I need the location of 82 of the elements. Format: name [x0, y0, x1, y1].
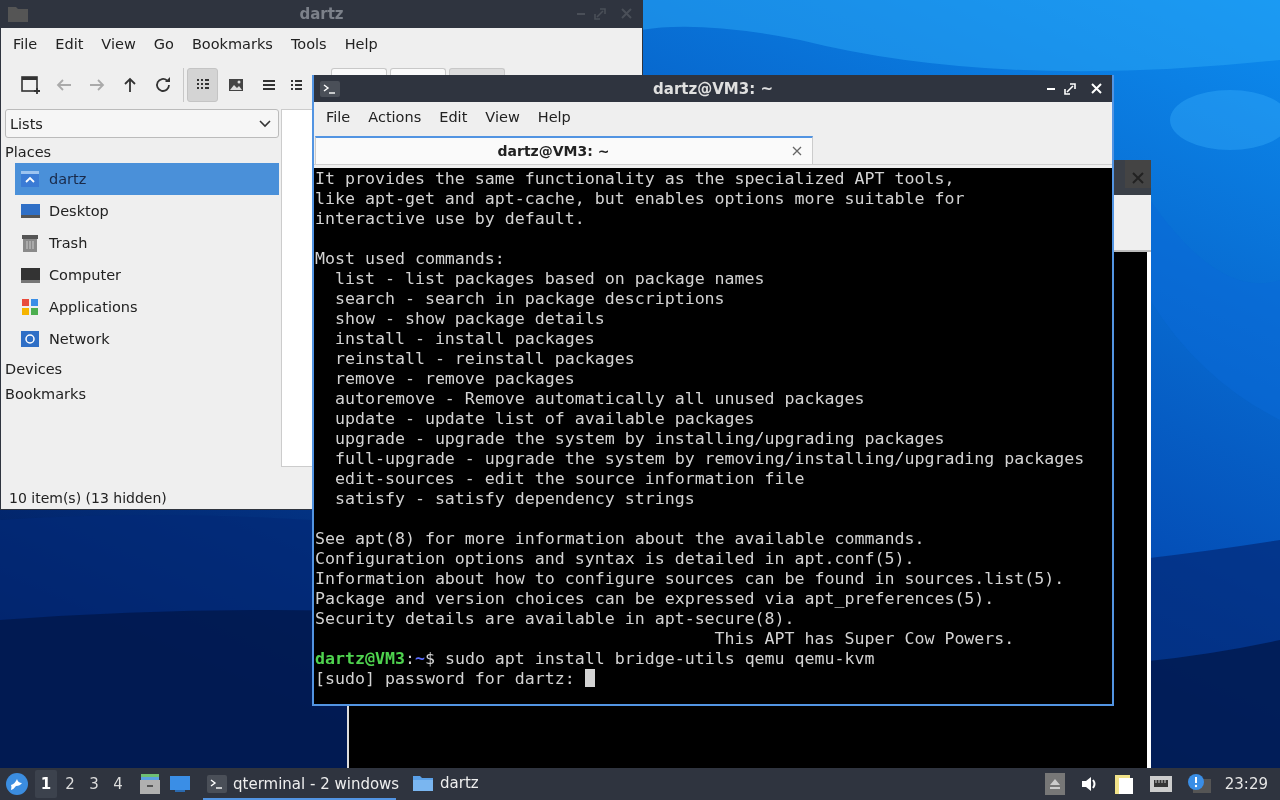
prompt-separator: : — [404, 649, 415, 668]
terminal-line: Package and version choices can be expressed via apt_preferences(5). — [315, 589, 995, 609]
sidebar-item[interactable]: dartz — [15, 163, 279, 195]
new-window-icon — [18, 73, 43, 97]
terminal-line: update - update list of available packages — [333, 409, 755, 429]
terminal-line: list - list packages based on package names — [333, 269, 765, 289]
terminal-line: Configuration options and syntax is detailed in apt.conf(5). — [315, 549, 915, 569]
network-icon — [20, 329, 41, 349]
terminal-line: like apt-get and apt-cache, but enables options more suitable for — [315, 189, 965, 209]
desktop-icon — [20, 201, 41, 221]
menu-item[interactable]: Tools — [281, 36, 336, 52]
chevron-down-icon — [258, 118, 272, 129]
terminal-line: edit-sources - edit the source information file — [333, 469, 805, 489]
sidebar-item[interactable]: Desktop — [15, 195, 279, 227]
terminal-line: satisfy - satisfy dependency strings — [333, 489, 695, 509]
terminal-command: sudo apt install bridge-utils qemu qemu-kvm — [444, 649, 875, 668]
eject-icon[interactable] — [1044, 773, 1065, 795]
terminal-line: remove - remove packages — [333, 369, 575, 389]
terminal-line: show - show package details — [333, 309, 605, 329]
section-heading: Devices — [5, 361, 64, 378]
menu-item[interactable]: Actions — [359, 109, 431, 125]
desktop-switcher-button[interactable]: 3 — [83, 770, 105, 798]
terminal-line: interactive use by default. — [315, 209, 585, 229]
view-mode-button[interactable] — [187, 68, 218, 102]
home-folder-icon — [20, 169, 41, 189]
terminal-line: search - search in package descriptions — [333, 289, 725, 309]
terminal-line: reinstall - reinstall packages — [333, 349, 635, 369]
clipboard-icon[interactable] — [1112, 772, 1135, 796]
section-heading: Bookmarks — [5, 386, 87, 403]
menu-item[interactable]: View — [476, 109, 529, 125]
terminal-icon — [207, 775, 227, 793]
folder-icon — [7, 5, 29, 23]
terminal-line: Security details are available in apt-secure(8). — [315, 609, 795, 629]
apps-icon — [20, 297, 41, 317]
terminal-icon — [320, 80, 340, 97]
terminal-line: full-upgrade - upgrade the system by removing/installing/upgrading packages — [333, 449, 1085, 469]
terminal-line: Most used commands: — [315, 249, 505, 269]
terminal-line: [sudo] password for dartz: — [315, 669, 575, 688]
trash-icon — [20, 233, 41, 253]
clock: 23:29 — [1224, 775, 1268, 793]
taskbar-task-button[interactable]: dartz — [408, 768, 489, 800]
terminal-line: upgrade - upgrade the system by installing/upgrading packages — [333, 429, 945, 449]
terminal-tab[interactable]: dartz@VM3: ~ — [315, 136, 813, 164]
terminal-line: autoremove - Remove automatically all unused packages — [333, 389, 865, 409]
desktop-switcher-button[interactable]: 4 — [107, 770, 129, 798]
sidebar-mode-dropdown[interactable]: Lists — [5, 109, 279, 138]
monitor-icon — [20, 265, 41, 285]
menu-item[interactable]: File — [4, 36, 47, 52]
network-port-icon[interactable] — [1148, 774, 1173, 794]
menu-item[interactable]: Go — [144, 36, 183, 52]
sidebar-item[interactable]: Network — [15, 323, 279, 355]
sidebar-item[interactable]: Trash — [15, 227, 279, 259]
section-heading: Places — [5, 144, 53, 161]
desktop-icon[interactable] — [169, 774, 191, 794]
terminal-line: This APT has Super Cow Powers. — [713, 629, 1015, 649]
menu-item[interactable]: File — [317, 109, 360, 125]
menu-item[interactable]: View — [92, 36, 145, 52]
prompt-symbol: $ — [424, 649, 435, 668]
text-cursor — [584, 669, 595, 687]
sidebar-item[interactable]: Applications — [15, 291, 279, 323]
close-icon[interactable] — [791, 145, 803, 157]
terminal-line: It provides the same functionality as the specialized APT tools, — [315, 169, 955, 189]
window-title: dartz@VM3: ~ — [653, 79, 773, 98]
desktop-switcher-button[interactable]: 1 — [35, 770, 57, 798]
prompt-path: ~ — [414, 649, 425, 668]
terminal-line: install - install packages — [333, 329, 595, 349]
sidebar-item[interactable]: Computer — [15, 259, 279, 291]
window-title: dartz — [299, 5, 344, 23]
desktop-switcher-button[interactable]: 2 — [59, 770, 81, 798]
menu-item[interactable]: Edit — [46, 36, 93, 52]
file-cabinet-icon[interactable] — [139, 773, 161, 795]
terminal-line: Information about how to configure sources can be found in sources.list(5). — [315, 569, 1065, 589]
folder-icon — [412, 774, 434, 792]
menu-item[interactable]: Bookmarks — [182, 36, 282, 52]
menu-item[interactable]: Help — [335, 36, 387, 52]
update-notification-icon[interactable] — [1186, 773, 1211, 795]
terminal-line: See apt(8) for more information about the available commands. — [315, 529, 925, 549]
prompt-user: dartz@VM3 — [315, 649, 405, 668]
menu-item[interactable]: Edit — [430, 109, 477, 125]
menu-item[interactable]: Help — [528, 109, 580, 125]
status-text: 10 item(s) (13 hidden) — [9, 489, 167, 508]
start-menu-icon[interactable] — [5, 772, 29, 796]
